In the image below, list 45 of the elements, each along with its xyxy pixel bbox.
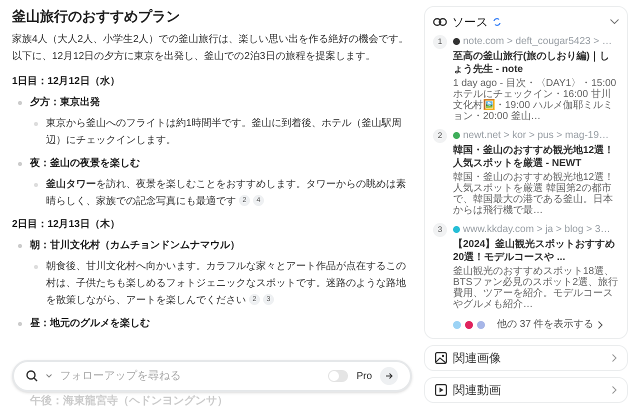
pro-label: Pro	[356, 370, 372, 384]
submit-button[interactable]	[380, 367, 398, 385]
bullet-icon	[34, 122, 38, 126]
link-icon	[433, 18, 447, 26]
bullet-icon	[34, 183, 38, 187]
pro-toggle[interactable]	[328, 370, 348, 382]
bullet-icon	[18, 244, 22, 248]
source-snippet: 釜山観光のおすすめスポット18選、BTSファン必見のスポット2選、旅行費用、ツアーを紹介。モデルコースやグルメも紹介…	[453, 266, 619, 310]
bullet-icon	[18, 162, 22, 166]
search-icon[interactable]	[26, 370, 38, 382]
detail-text: 東京から釜山へのフライトは約1時間半です。釜山に到着後、ホテル（釜山駅周辺）にチェックインします。	[46, 116, 403, 148]
day-heading: 2日目：12月13日（木）	[12, 218, 121, 232]
chevron-right-icon[interactable]	[612, 386, 617, 394]
intro-paragraph: 家族4人（大人2人、小学生2人）での釜山旅行は、楽しい思い出を作る絶好の機会です。以下に、12月12日の夕方に東京を出発し、釜山での2泊3日の旅程を提案します。	[12, 32, 410, 64]
item-label: 夜：釜山の夜景を楽しむ	[30, 156, 140, 171]
item-label: 夕方：東京出発	[30, 95, 100, 110]
page-title: 釜山旅行のおすすめプラン	[12, 7, 181, 26]
source-snippet: 韓国・釜山のおすすめ観光地12選！人気スポットを厳選 韓国第2の都市で、韓国最大の港である釜山。日本からは飛行機で最…	[453, 172, 616, 216]
image-icon	[435, 352, 447, 364]
sync-icon	[493, 18, 501, 26]
source-snippet: 1 day ago - 目次・〈DAY1〉・15:00 ホテルにチェックイン・16:00 甘川文化村🖼・19:00 ハルメ伽耶ミルミョン・20:00 釜山…	[453, 78, 618, 122]
source-number: 2	[433, 129, 447, 143]
chevron-right-icon	[598, 320, 603, 328]
bullet-icon	[34, 265, 38, 269]
chevron-right-icon[interactable]	[612, 354, 617, 362]
panel-title: 関連動画	[453, 382, 502, 399]
day-heading: 1日目：12月12日（水）	[12, 74, 121, 89]
bullet-icon	[18, 322, 22, 326]
show-more-link[interactable]: 他の 37 件を表示する	[497, 317, 594, 332]
bullet-icon	[18, 101, 22, 105]
source-number: 3	[433, 223, 447, 237]
source-number: 1	[433, 35, 447, 49]
follow-up-field[interactable]: フォローアップを尋ねる Pro	[12, 360, 412, 392]
play-icon	[435, 384, 447, 396]
source-title[interactable]: 至高の釜山旅行(旅のしおり編)｜しょう先生 - note	[453, 50, 619, 76]
source-title[interactable]: 韓国・釜山のおすすめ観光地12選！人気スポットを厳選 - NEWT	[453, 144, 619, 170]
sources-title: ソース	[452, 14, 488, 31]
arrow-right-icon	[385, 372, 393, 380]
item-label: 昼：地元のグルメを楽しむ	[30, 316, 150, 331]
chevron-down-icon[interactable]	[46, 374, 52, 378]
source-title[interactable]: 【2024】釜山観光スポットおすすめ20選！モデルコースや ...	[453, 238, 619, 264]
follow-up-input[interactable]: フォローアップを尋ねる	[60, 368, 320, 384]
panel-title: 関連画像	[453, 350, 502, 367]
item-label: 朝：甘川文化村（カムチョンドンムナマウル）	[30, 238, 240, 253]
chevron-down-icon[interactable]	[610, 19, 619, 25]
